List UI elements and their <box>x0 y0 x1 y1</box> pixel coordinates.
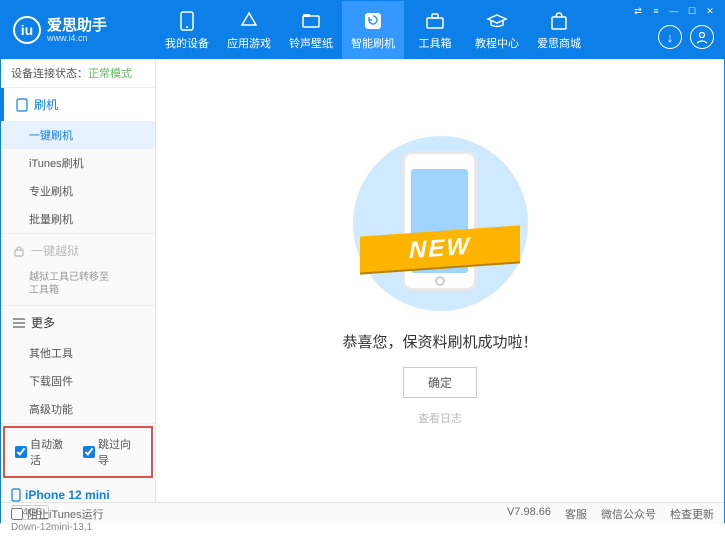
nav-ringtones[interactable]: 铃声壁纸 <box>280 1 342 59</box>
auto-activate-checkbox[interactable]: 自动激活 <box>15 436 73 468</box>
nav-smart-flash[interactable]: 智能刷机 <box>342 1 404 59</box>
success-illustration: NEW <box>350 136 530 316</box>
sidebar-item-batch-flash[interactable]: 批量刷机 <box>1 205 155 233</box>
sidebar-jailbreak-header: 一键越狱 <box>1 234 155 267</box>
main-content: NEW 恭喜您，保资料刷机成功啦！ 确定 查看日志 <box>156 59 724 502</box>
list-icon <box>13 318 25 328</box>
refresh-icon <box>362 10 384 32</box>
version-label: V7.98.66 <box>507 506 551 522</box>
phone-illustration <box>402 151 477 291</box>
device-name: iPhone 12 mini <box>11 488 145 502</box>
app-header: iu 爱思助手 www.i4.cn 我的设备 应用游戏 铃声壁纸 智能刷机 工具… <box>1 1 724 59</box>
sidebar-item-advanced[interactable]: 高级功能 <box>1 395 155 423</box>
apps-icon <box>238 10 260 32</box>
minimize-icon[interactable]: — <box>666 5 682 17</box>
sidebar-item-oneclick-flash[interactable]: 一键刷机 <box>1 121 155 149</box>
nav-toolbox[interactable]: 工具箱 <box>404 1 466 59</box>
folder-icon <box>300 10 322 32</box>
sidebar-item-download-firmware[interactable]: 下载固件 <box>1 367 155 395</box>
success-message: 恭喜您，保资料刷机成功啦！ <box>342 331 537 352</box>
ok-button[interactable]: 确定 <box>403 367 477 398</box>
menu-icon[interactable]: ≡ <box>648 5 664 17</box>
logo-icon: iu <box>13 16 41 44</box>
wechat-link[interactable]: 微信公众号 <box>601 506 656 522</box>
sidebar: 设备连接状态：正常模式 刷机 一键刷机 iTunes刷机 专业刷机 批量刷机 一… <box>1 59 156 502</box>
graduation-icon <box>486 10 508 32</box>
sidebar-item-other-tools[interactable]: 其他工具 <box>1 339 155 367</box>
close-icon[interactable]: ✕ <box>702 5 718 17</box>
block-itunes-checkbox[interactable]: 阻止iTunes运行 <box>11 506 104 522</box>
status-value: 正常模式 <box>88 68 132 80</box>
view-log-link[interactable]: 查看日志 <box>418 410 462 426</box>
connection-status: 设备连接状态：正常模式 <box>1 59 155 88</box>
window-controls: ⇄ ≡ — ☐ ✕ <box>630 5 718 17</box>
sidebar-flash-header[interactable]: 刷机 <box>1 88 155 121</box>
sidebar-item-itunes-flash[interactable]: iTunes刷机 <box>1 149 155 177</box>
top-nav: 我的设备 应用游戏 铃声壁纸 智能刷机 工具箱 教程中心 爱思商城 <box>156 1 590 59</box>
device-icon <box>11 488 21 502</box>
settings-icon[interactable]: ⇄ <box>630 5 646 17</box>
toolbox-icon <box>424 10 446 32</box>
skip-guide-checkbox[interactable]: 跳过向导 <box>83 436 141 468</box>
nav-apps-games[interactable]: 应用游戏 <box>218 1 280 59</box>
check-update-link[interactable]: 检查更新 <box>670 506 714 522</box>
sidebar-item-pro-flash[interactable]: 专业刷机 <box>1 177 155 205</box>
sidebar-more-header[interactable]: 更多 <box>1 306 155 339</box>
app-name: 爱思助手 <box>47 18 107 33</box>
maximize-icon[interactable]: ☐ <box>684 5 700 17</box>
options-row: 自动激活 跳过向导 <box>3 426 153 478</box>
app-url: www.i4.cn <box>47 33 107 43</box>
nav-store[interactable]: 爱思商城 <box>528 1 590 59</box>
lock-icon <box>13 245 25 257</box>
user-icon[interactable] <box>690 25 714 49</box>
header-actions: ↓ <box>658 25 714 49</box>
jailbreak-note: 越狱工具已转移至 工具箱 <box>1 267 155 305</box>
nav-my-device[interactable]: 我的设备 <box>156 1 218 59</box>
phone-small-icon <box>16 98 28 112</box>
download-icon[interactable]: ↓ <box>658 25 682 49</box>
nav-tutorials[interactable]: 教程中心 <box>466 1 528 59</box>
device-model: Down-12mini-13,1 <box>11 522 145 533</box>
customer-service-link[interactable]: 客服 <box>565 506 587 522</box>
phone-icon <box>176 10 198 32</box>
logo-area: iu 爱思助手 www.i4.cn <box>1 16 156 44</box>
bag-icon <box>548 10 570 32</box>
